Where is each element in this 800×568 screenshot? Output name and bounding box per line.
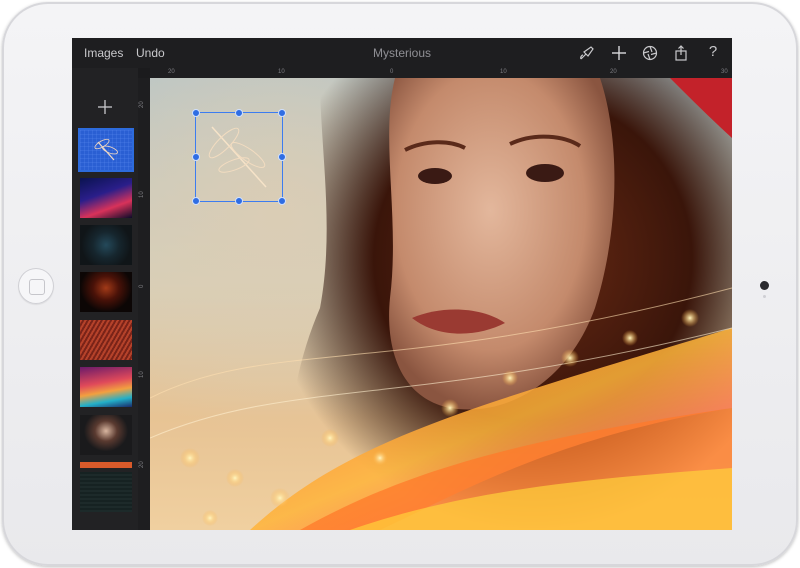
ruler-tick-label: 20 <box>168 69 175 75</box>
app-screen: Images Undo Mysterious ? 20 10 0 10 20 3… <box>72 38 732 530</box>
layer-thumb-dark-particles[interactable] <box>80 225 132 265</box>
ruler-tick-label: 10 <box>139 191 145 198</box>
selection-box[interactable] <box>192 109 286 205</box>
document-title: Mysterious <box>372 46 431 60</box>
layer-thumb-colorful-wave[interactable] <box>80 367 132 407</box>
ruler-tick-label: 0 <box>139 284 145 288</box>
camera-sensor <box>763 295 766 298</box>
ruler-tick-label: 30 <box>721 69 728 75</box>
plus-icon <box>98 100 112 114</box>
ipad-device: Images Undo Mysterious ? 20 10 0 10 20 3… <box>2 2 798 566</box>
layer-thumb-orange-mesh[interactable] <box>80 320 132 360</box>
resize-handle[interactable] <box>192 153 200 161</box>
ruler-tick-label: 0 <box>390 69 394 75</box>
layer-thumb-dark-texture[interactable] <box>80 472 132 512</box>
image-canvas[interactable] <box>150 78 732 530</box>
add-layer-button[interactable] <box>96 98 114 116</box>
aperture-icon[interactable] <box>641 44 659 62</box>
share-icon[interactable] <box>672 44 690 62</box>
resize-handle[interactable] <box>278 153 286 161</box>
resize-handle[interactable] <box>278 197 286 205</box>
dragonfly-layer <box>208 126 267 188</box>
resize-handle[interactable] <box>192 109 200 117</box>
help-icon[interactable]: ? <box>704 43 722 61</box>
ruler-tick-label: 10 <box>139 371 145 378</box>
layer-thumb-dragonfly[interactable] <box>80 130 132 170</box>
front-camera <box>760 281 769 290</box>
resize-handle[interactable] <box>235 197 243 205</box>
layer-thumb-divider <box>80 462 132 468</box>
ruler-tick-label: 10 <box>278 69 285 75</box>
top-toolbar: Images Undo Mysterious ? <box>72 38 732 68</box>
brush-icon[interactable] <box>578 44 596 62</box>
ruler-tick-label: 20 <box>139 101 145 108</box>
resize-handle[interactable] <box>192 197 200 205</box>
ruler-tick-label: 10 <box>500 69 507 75</box>
resize-handle[interactable] <box>235 109 243 117</box>
ruler-tick-label: 20 <box>610 69 617 75</box>
resize-handle[interactable] <box>278 109 286 117</box>
layers-sidebar <box>72 68 138 530</box>
home-button[interactable] <box>18 268 54 304</box>
ruler-tick-label: 20 <box>139 461 145 468</box>
layer-thumb-woman-red-hair[interactable] <box>80 272 132 312</box>
layer-thumb-blue-light-wave[interactable] <box>80 178 132 218</box>
plus-icon[interactable] <box>610 44 628 62</box>
layer-thumb-woman-portrait[interactable] <box>80 415 132 455</box>
